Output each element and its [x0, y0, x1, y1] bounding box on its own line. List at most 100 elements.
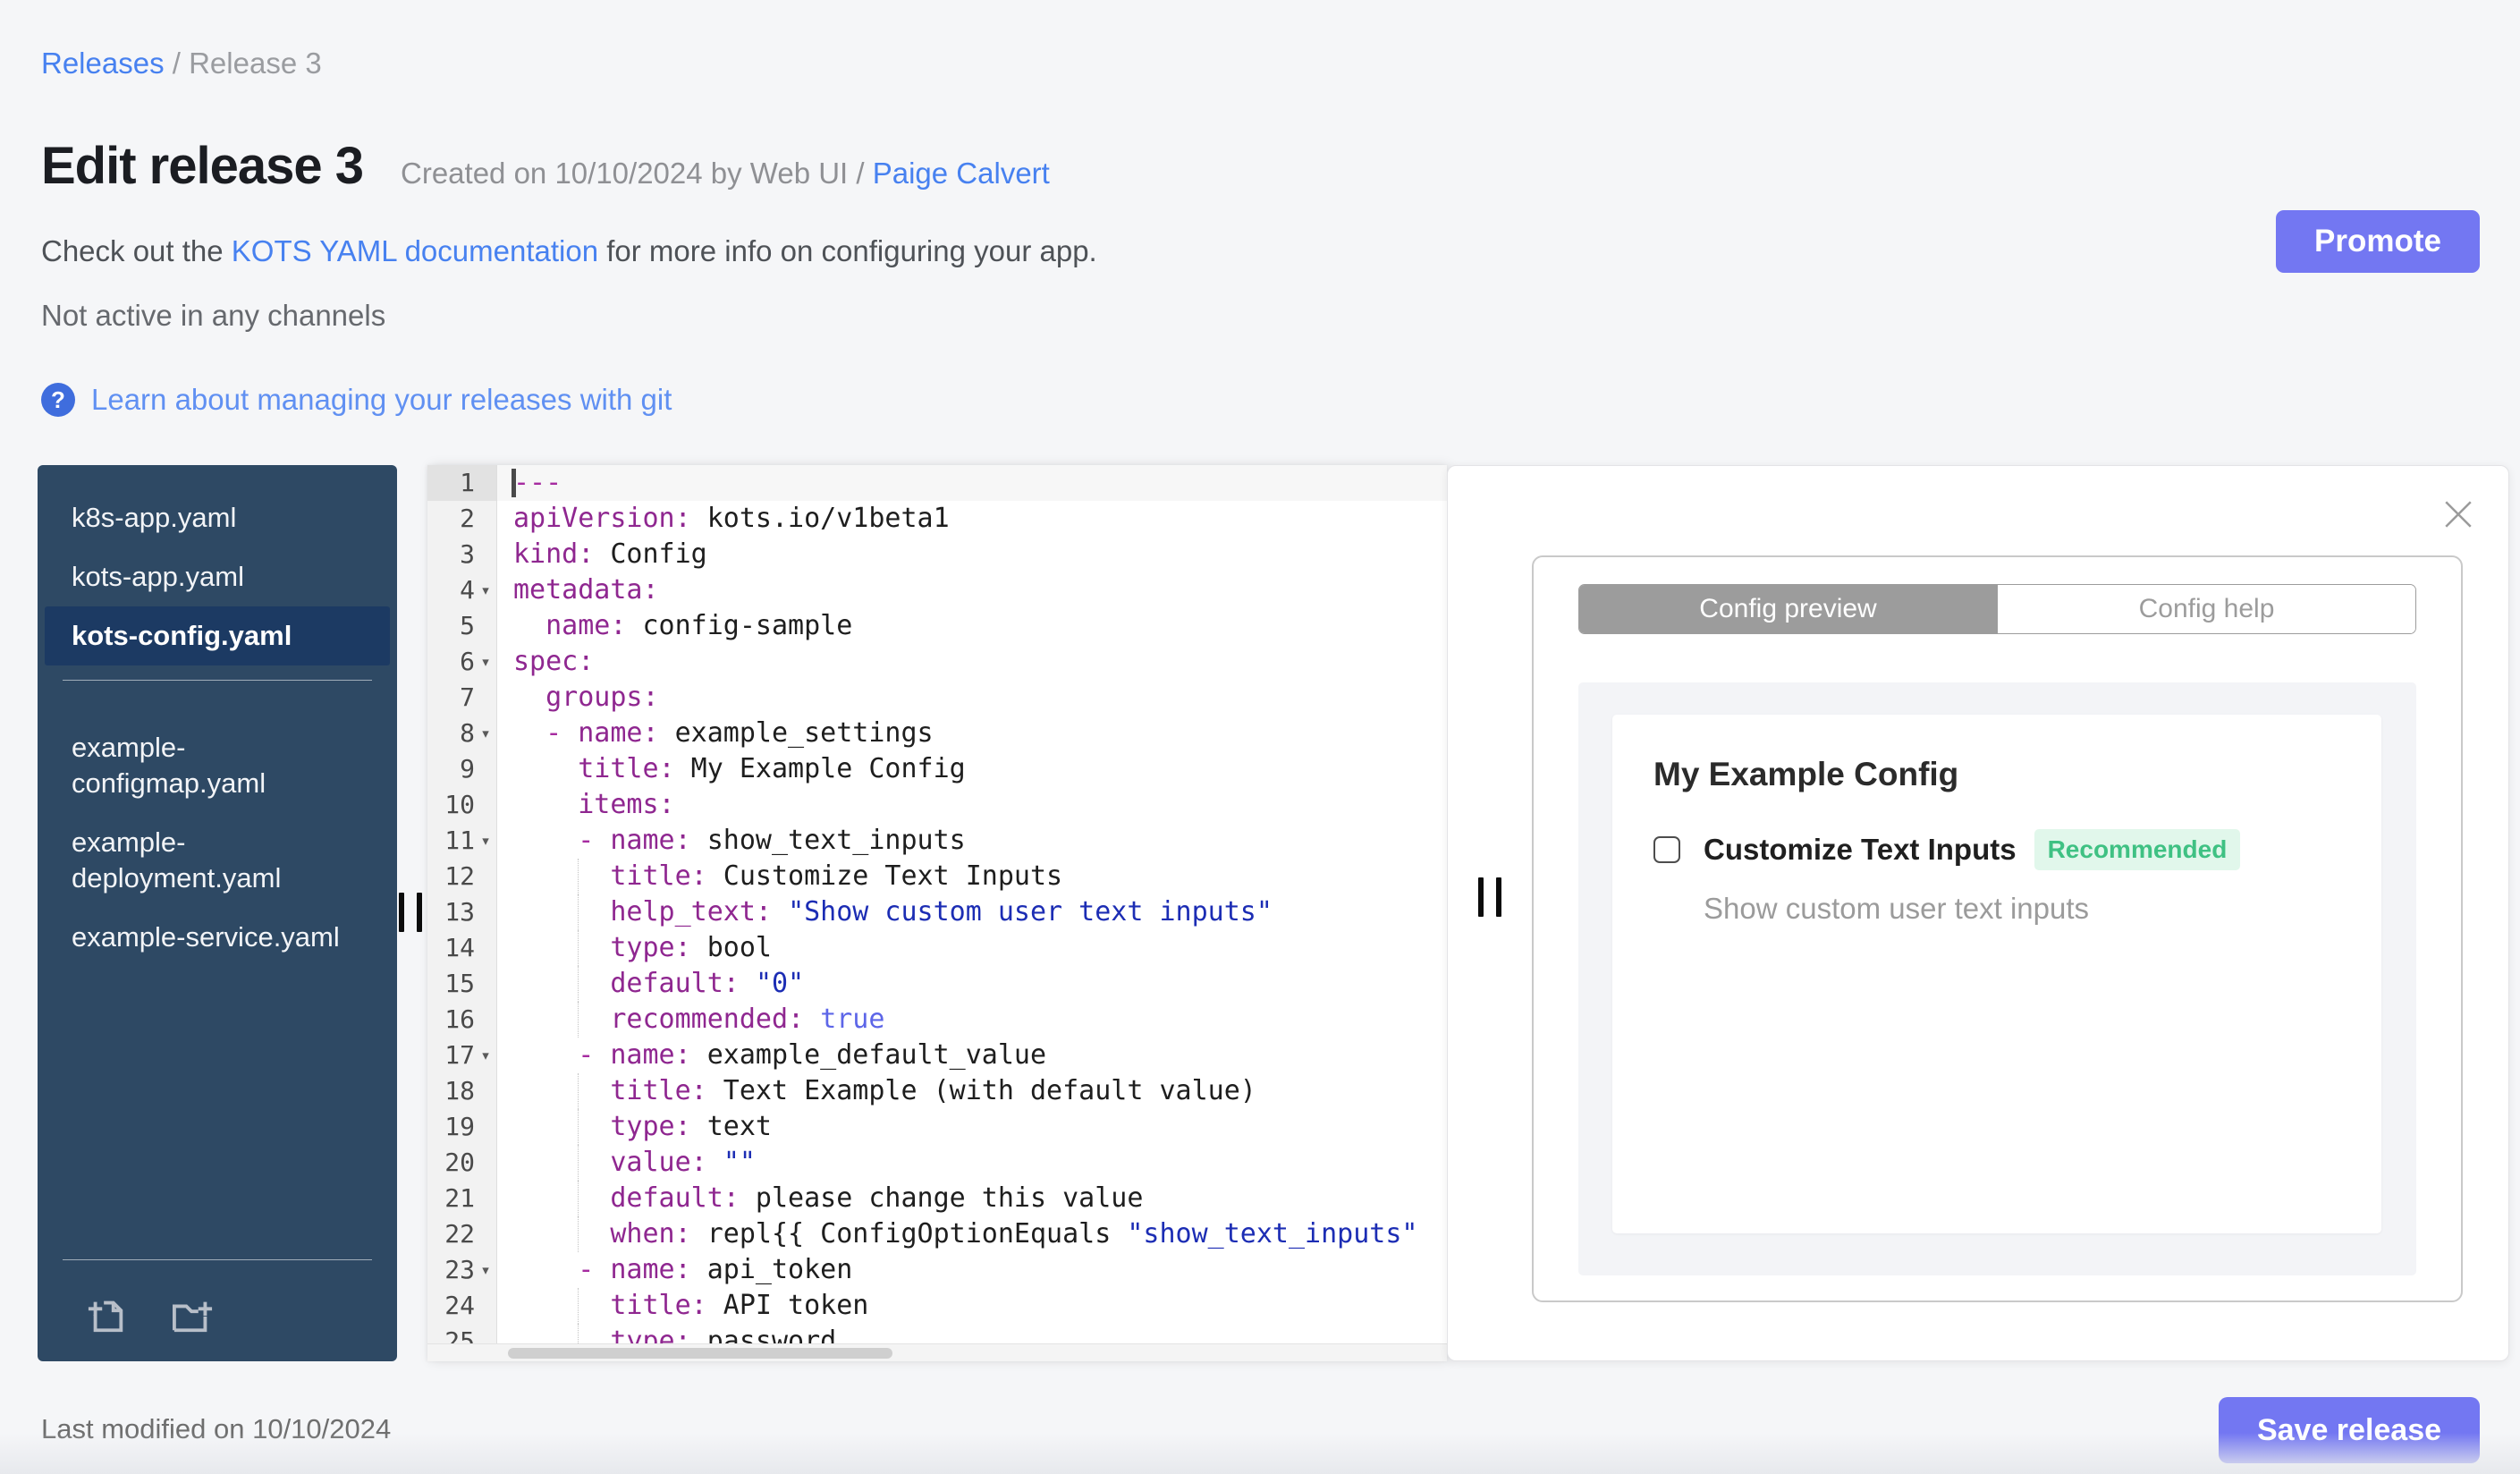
created-by-link[interactable]: Paige Calvert — [873, 157, 1050, 190]
code-editor[interactable]: 1 --- 2 apiVersion: kots.io/v1beta1 3 kind: C… — [427, 465, 1447, 1361]
line-number: 5 — [460, 611, 475, 640]
code-line-4[interactable]: 4 ▾ metadata: — [427, 572, 1447, 608]
gutter-line-25: 25 — [427, 1324, 497, 1343]
config-preview-panel: Config preview Config help My Example Co… — [1447, 465, 2509, 1361]
kots-yaml-docs-link[interactable]: KOTS YAML documentation — [232, 234, 598, 267]
new-file-button[interactable] — [84, 1294, 131, 1338]
code-line-14[interactable]: 14 type: bool — [427, 930, 1447, 966]
code-line-1[interactable]: 1 --- — [427, 465, 1447, 501]
line-number: 10 — [444, 790, 475, 819]
code-line-text: help_text: "Show custom user text inputs… — [497, 894, 1447, 930]
code-line-17[interactable]: 17 ▾ - name: example_default_value — [427, 1038, 1447, 1073]
tab-config-preview[interactable]: Config preview — [1579, 585, 1997, 633]
file-item-k8s-app.yaml[interactable]: k8s-app.yaml — [45, 488, 390, 547]
breadcrumb-link-releases[interactable]: Releases — [41, 47, 165, 80]
indent-guide — [578, 894, 579, 930]
file-item-kots-config.yaml[interactable]: kots-config.yaml — [45, 606, 390, 665]
line-number: 2 — [460, 504, 475, 533]
resize-handle-left[interactable] — [399, 893, 422, 932]
resize-handle-right[interactable] — [1478, 877, 1501, 917]
file-item-kots-app.yaml[interactable]: kots-app.yaml — [45, 547, 390, 606]
git-releases-link[interactable]: ? Learn about managing your releases wit… — [41, 383, 672, 417]
created-meta: Created on 10/10/2024 by Web UI / Paige … — [401, 157, 1050, 191]
gutter-line-20: 20 — [427, 1145, 497, 1181]
code-line-3[interactable]: 3 kind: Config — [427, 537, 1447, 572]
code-line-15[interactable]: 15 default: "0" — [427, 966, 1447, 1002]
line-number: 11 — [444, 826, 475, 855]
code-line-9[interactable]: 9 title: My Example Config — [427, 751, 1447, 787]
fold-arrow-icon[interactable]: ▾ — [475, 1047, 496, 1063]
promote-button[interactable]: Promote — [2276, 210, 2480, 273]
gutter-line-18: 18 — [427, 1073, 497, 1109]
gutter-line-11: 11 ▾ — [427, 823, 497, 859]
indent-guide — [578, 1288, 579, 1324]
save-release-button[interactable]: Save release — [2219, 1397, 2480, 1463]
code-line-2[interactable]: 2 apiVersion: kots.io/v1beta1 — [427, 501, 1447, 537]
line-number: 15 — [444, 969, 475, 998]
indent-guide — [578, 966, 579, 1002]
code-line-text: name: config-sample — [545, 610, 853, 641]
code-line-text: title: API token — [497, 1288, 1447, 1324]
gutter-line-24: 24 — [427, 1288, 497, 1324]
code-line-text: - name: example_settings — [545, 717, 934, 749]
gutter-line-14: 14 — [427, 930, 497, 966]
code-line-text: - name: example_default_value — [578, 1039, 1047, 1071]
code-line-23[interactable]: 23 ▾ - name: api_token — [427, 1252, 1447, 1288]
config-render-area: My Example Config Customize Text Inputs … — [1578, 682, 2416, 1275]
config-item-title: Customize Text Inputs — [1704, 833, 2017, 866]
code-line-19[interactable]: 19 type: text — [427, 1109, 1447, 1145]
code-line-11[interactable]: 11 ▾ - name: show_text_inputs — [427, 823, 1447, 859]
line-number: 18 — [444, 1076, 475, 1106]
code-line-21[interactable]: 21 default: please change this value — [427, 1181, 1447, 1216]
new-folder-button[interactable] — [170, 1294, 216, 1338]
breadcrumb: Releases / Release 3 — [41, 47, 322, 80]
fold-arrow-icon[interactable]: ▾ — [475, 725, 496, 741]
fold-arrow-icon[interactable]: ▾ — [475, 654, 496, 670]
code-line-18[interactable]: 18 title: Text Example (with default val… — [427, 1073, 1447, 1109]
gutter-line-16: 16 — [427, 1002, 497, 1038]
gutter-line-9: 9 — [427, 751, 497, 787]
code-line-text: --- — [512, 467, 562, 498]
code-line-13[interactable]: 13 help_text: "Show custom user text inp… — [427, 894, 1447, 930]
fold-arrow-icon[interactable]: ▾ — [475, 582, 496, 598]
gutter-line-17: 17 ▾ — [427, 1038, 497, 1073]
code-line-7[interactable]: 7 groups: — [427, 680, 1447, 716]
config-item-help: Show custom user text inputs — [1704, 892, 2090, 925]
line-number: 6 — [460, 647, 475, 676]
line-number: 19 — [444, 1112, 475, 1141]
code-line-22[interactable]: 22 when: repl{{ ConfigOptionEquals "show… — [427, 1216, 1447, 1252]
tab-config-help[interactable]: Config help — [1997, 585, 2415, 633]
horizontal-scrollbar[interactable] — [427, 1343, 1447, 1361]
code-line-5[interactable]: 5 name: config-sample — [427, 608, 1447, 644]
code-line-16[interactable]: 16 recommended: true — [427, 1002, 1447, 1038]
config-card: Config preview Config help My Example Co… — [1532, 555, 2463, 1302]
code-line-20[interactable]: 20 value: "" — [427, 1145, 1447, 1181]
fold-arrow-icon[interactable]: ▾ — [475, 1262, 496, 1278]
line-number: 25 — [444, 1326, 475, 1343]
scrollbar-thumb[interactable] — [508, 1348, 892, 1359]
code-line-10[interactable]: 10 items: — [427, 787, 1447, 823]
code-line-text: title: Customize Text Inputs — [497, 859, 1447, 894]
resize-bar — [1478, 877, 1484, 917]
resize-bar — [1496, 877, 1501, 917]
code-line-24[interactable]: 24 title: API token — [427, 1288, 1447, 1324]
sidebar-divider — [63, 680, 372, 681]
close-preview-button[interactable] — [2442, 498, 2474, 530]
code-line-text: title: Text Example (with default value) — [497, 1073, 1447, 1109]
file-item-example-configmap.yaml[interactable]: example-configmap.yaml — [45, 718, 390, 813]
file-item-example-service.yaml[interactable]: example-service.yaml — [45, 908, 390, 967]
gutter-line-6: 6 ▾ — [427, 644, 497, 680]
sidebar-footer-divider — [63, 1259, 372, 1260]
file-item-example-deployment.yaml[interactable]: example-deployment.yaml — [45, 813, 390, 908]
channel-status: Not active in any channels — [41, 299, 386, 332]
customize-text-inputs-checkbox[interactable] — [1653, 836, 1680, 863]
file-sidebar: k8s-app.yaml kots-app.yaml kots-config.yam… — [38, 465, 397, 1361]
code-line-25[interactable]: 25 type: password — [427, 1324, 1447, 1343]
gutter-line-15: 15 — [427, 966, 497, 1002]
code-line-12[interactable]: 12 title: Customize Text Inputs — [427, 859, 1447, 894]
code-line-6[interactable]: 6 ▾ spec: — [427, 644, 1447, 680]
code-line-text: when: repl{{ ConfigOptionEquals "show_te… — [497, 1216, 1447, 1252]
code-line-8[interactable]: 8 ▾ - name: example_settings — [427, 716, 1447, 751]
indent-guide — [578, 1073, 579, 1109]
fold-arrow-icon[interactable]: ▾ — [475, 833, 496, 849]
